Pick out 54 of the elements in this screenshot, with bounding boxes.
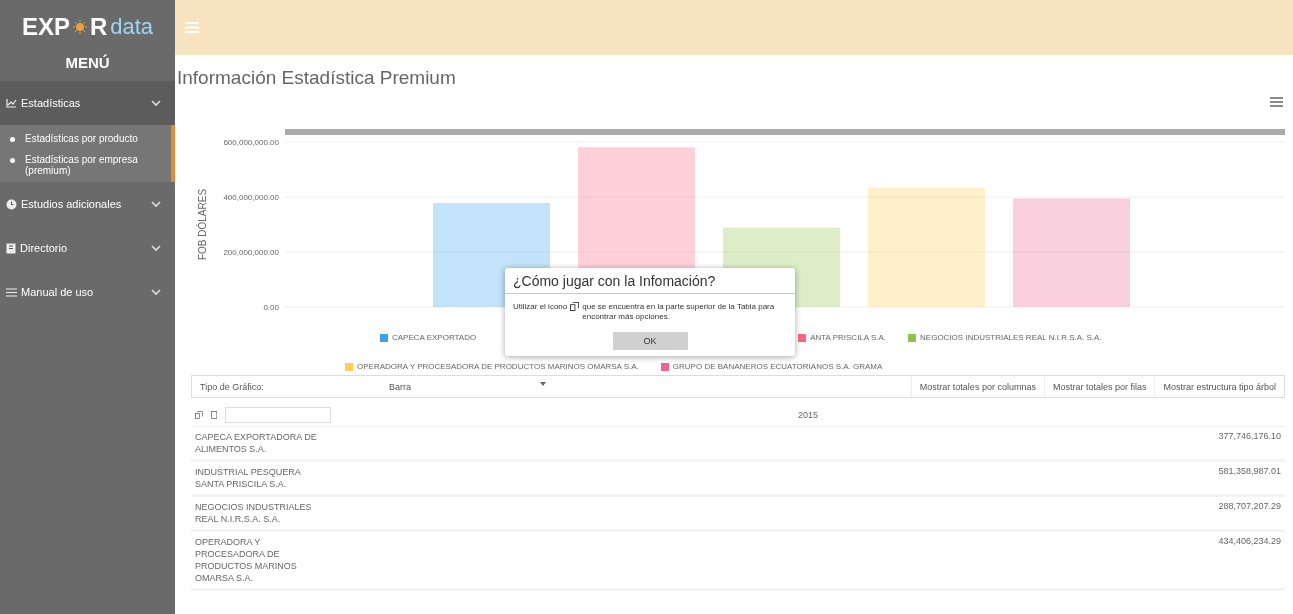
- book-icon: [6, 242, 16, 254]
- y-tick-label: 400,000,000.00: [223, 193, 279, 202]
- y-tick-label: 200,000,000.00: [223, 248, 279, 257]
- dialog-title: ¿Cómo jugar con la Infomación?: [505, 268, 795, 294]
- submenu-item[interactable]: Estadísticas por producto: [0, 133, 171, 144]
- sidebar-item[interactable]: Manual de uso: [0, 270, 175, 314]
- legend-label[interactable]: NEGOCIOS INDUSTRIALES REAL N.I.R.S.A. S.A.: [920, 333, 1102, 342]
- page-title: Información Estadística Premium: [176, 66, 457, 89]
- logo-text: data: [110, 14, 154, 40]
- clock-icon: [6, 198, 17, 210]
- legend-label[interactable]: OPERADORA Y PROCESADORA DE PRODUCTOS MARINOS OMARSA S.A.: [357, 362, 639, 371]
- column-header: 2015: [797, 410, 819, 420]
- y-tick-label: 0.00: [263, 303, 279, 312]
- document-icon[interactable]: [210, 410, 217, 420]
- logo-text: EXP: [21, 13, 70, 41]
- row-label: CAPECA EXPORTADORA DE ALIMENTOS S.A.: [194, 431, 318, 455]
- sidebar-item[interactable]: Estadísticas: [0, 81, 175, 125]
- chart-type-select[interactable]: Barra: [385, 381, 550, 392]
- list-icon: [6, 287, 17, 297]
- y-axis-title: FOB DÓLARES: [197, 188, 208, 261]
- legend-label[interactable]: CAPECA EXPORTADO: [392, 333, 477, 342]
- sidebar-item[interactable]: Directorio: [0, 226, 175, 270]
- chevron-icon: [151, 200, 161, 208]
- menu-icon[interactable]: [1270, 97, 1283, 107]
- table-cell-text: 581,358,987.01: [1217, 466, 1282, 478]
- row-label: NEGOCIOS INDUSTRIALES REAL N.I.R.S.A. S.A.: [194, 501, 313, 525]
- row-label: INDUSTRIAL PESQUERA SANTA PRISCILA S.A.: [194, 466, 302, 490]
- chart-type-label: Tipo de Gráfico:: [199, 381, 265, 392]
- table-cell-text: 434,406,234.29: [1217, 536, 1282, 548]
- sun-icon: [72, 20, 87, 34]
- menu-title: MENÚ: [64, 53, 111, 73]
- toggle-button[interactable]: Mostrar totales por filas: [1043, 376, 1155, 397]
- toggle-button[interactable]: Mostrar estructura tipo árbol: [1154, 376, 1284, 397]
- table-cell-text: 377,746,176.10: [1217, 431, 1282, 443]
- dialog-text: que se encuentra en la parte superior de la Tabla para encontrar más opciones.: [582, 302, 776, 322]
- submenu-item[interactable]: Estadísticas por empresa (premium): [0, 154, 171, 176]
- row-label: OPERADORA Y PROCESADORA DE PRODUCTOS MARINOS OMARSA S.A.: [194, 536, 298, 584]
- caret-icon: [540, 381, 546, 386]
- dialog-text: Utilizar el icono: [513, 302, 568, 312]
- y-tick-label: 600,000,000.00: [223, 138, 279, 147]
- toggle-button[interactable]: Mostrar totales por columnas: [910, 376, 1044, 397]
- chevron-icon: [151, 288, 161, 296]
- sidebar-item[interactable]: Estudios adicionales: [0, 182, 175, 226]
- table-cell-text: 288,707,207.29: [1217, 501, 1282, 513]
- logo-text: R: [89, 13, 108, 41]
- ok-button[interactable]: OK: [612, 332, 688, 350]
- legend-label[interactable]: GRUPO DE BANANEROS ECUATORIANOS S.A. GRAMA: [672, 362, 883, 371]
- table-settings-icon[interactable]: [195, 410, 203, 420]
- table-settings-icon: [570, 302, 580, 311]
- filter-field[interactable]: [225, 407, 331, 423]
- chevron-icon: [151, 244, 161, 252]
- legend-label[interactable]: ANTA PRISCILA S.A.: [810, 333, 887, 342]
- chevron-icon: [151, 99, 161, 107]
- line-chart-icon: [6, 98, 17, 108]
